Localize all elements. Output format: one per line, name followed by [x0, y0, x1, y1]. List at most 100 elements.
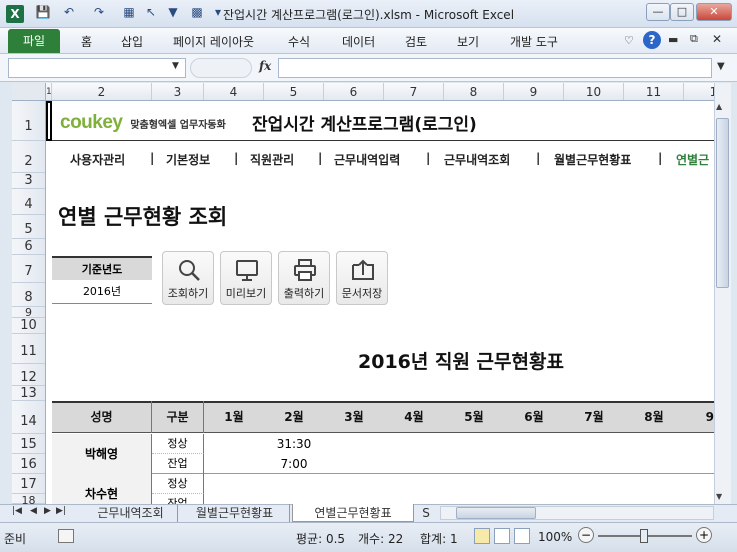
- nav-basic-info[interactable]: 기본정보: [166, 151, 210, 168]
- active-cell[interactable]: [46, 101, 52, 141]
- nav-work-search[interactable]: 근무내역조회: [444, 151, 510, 168]
- vertical-scroll-thumb[interactable]: [716, 118, 729, 288]
- row-header[interactable]: 9: [12, 307, 45, 318]
- row-header[interactable]: 17: [12, 474, 45, 494]
- name-box-dropdown-icon[interactable]: ▼: [172, 61, 179, 71]
- row-header[interactable]: 1: [12, 101, 45, 141]
- column-header[interactable]: 1: [684, 83, 714, 100]
- type-overtime[interactable]: 잔업: [152, 494, 204, 504]
- logo-brand: coukey: [60, 112, 123, 133]
- row-header[interactable]: 8: [12, 283, 45, 307]
- zoom-level[interactable]: 100%: [538, 530, 572, 544]
- page-layout-view-icon[interactable]: [494, 528, 510, 544]
- row-header[interactable]: 13: [12, 386, 45, 401]
- nav-monthly[interactable]: 월별근무현황표: [554, 151, 631, 168]
- column-header[interactable]: 4: [204, 83, 264, 100]
- normal-view-icon[interactable]: [474, 528, 490, 544]
- zoom-out-icon[interactable]: −: [578, 527, 594, 543]
- sheet-tab-work-search[interactable]: 근무내역조회: [84, 504, 178, 522]
- tab-view[interactable]: 보기: [457, 33, 479, 50]
- feb-overtime-hours[interactable]: 7:00: [264, 454, 324, 474]
- row-header[interactable]: 6: [12, 239, 45, 255]
- file-tab[interactable]: 파일: [8, 29, 60, 53]
- sheet-tab-yearly-active[interactable]: 연별근무현황표: [292, 504, 414, 522]
- column-header[interactable]: 10: [564, 83, 624, 100]
- tab-nav-next-icon[interactable]: ▶: [44, 506, 51, 516]
- horizontal-scroll-thumb[interactable]: [456, 507, 536, 519]
- name-box[interactable]: [8, 58, 186, 78]
- macro-record-icon[interactable]: [58, 529, 74, 543]
- search-button[interactable]: 조회하기: [162, 251, 214, 305]
- scroll-up-arrow-icon[interactable]: ▲: [716, 102, 722, 111]
- row-header[interactable]: 16: [12, 454, 45, 474]
- column-header[interactable]: 2: [52, 83, 152, 100]
- row-header[interactable]: 7: [12, 255, 45, 283]
- row-header[interactable]: 11: [12, 334, 45, 364]
- zoom-slider-thumb[interactable]: [640, 529, 648, 543]
- row-header[interactable]: 4: [12, 189, 45, 215]
- ribbon-collapse-icon[interactable]: ♡: [624, 34, 634, 47]
- tab-page-layout[interactable]: 페이지 레이아웃: [173, 33, 254, 50]
- nav-work-entry[interactable]: 근무내역입력: [334, 151, 400, 168]
- type-overtime[interactable]: 잔업: [152, 454, 204, 474]
- column-header[interactable]: 9: [504, 83, 564, 100]
- col-feb: 2월: [284, 410, 304, 424]
- column-header[interactable]: 7: [384, 83, 444, 100]
- status-count: 개수: 22: [358, 532, 404, 546]
- scroll-down-arrow-icon[interactable]: ▼: [716, 492, 722, 501]
- maximize-button[interactable]: □: [670, 3, 694, 21]
- tab-insert[interactable]: 삽입: [121, 33, 143, 50]
- row-header[interactable]: 10: [12, 318, 45, 334]
- row-header[interactable]: 14: [12, 401, 45, 434]
- formula-divider: [190, 58, 252, 78]
- type-normal[interactable]: 정상: [152, 434, 204, 454]
- nav-staff[interactable]: 직원관리: [250, 151, 294, 168]
- minimize-button[interactable]: —: [646, 3, 670, 21]
- nav-yearly[interactable]: 연별근: [676, 151, 709, 168]
- doc-minimize-icon[interactable]: ▬: [668, 33, 678, 46]
- tab-home[interactable]: 홈: [81, 33, 92, 50]
- column-header[interactable]: 3: [152, 83, 204, 100]
- page-break-view-icon[interactable]: [514, 528, 530, 544]
- zoom-in-icon[interactable]: +: [696, 527, 712, 543]
- sheet-tab-monthly[interactable]: 월별근무현황표: [180, 504, 290, 522]
- expand-formula-icon[interactable]: ▼: [717, 61, 725, 72]
- doc-restore-icon[interactable]: ⧉: [690, 32, 698, 46]
- row-header[interactable]: 12: [12, 364, 45, 386]
- tab-nav-last-icon[interactable]: ▶|: [56, 506, 66, 516]
- preview-button[interactable]: 미리보기: [220, 251, 272, 305]
- tab-formulas[interactable]: 수식: [288, 33, 310, 50]
- column-header[interactable]: 6: [324, 83, 384, 100]
- close-button[interactable]: ✕: [696, 3, 732, 21]
- tab-developer[interactable]: 개발 도구: [510, 33, 558, 50]
- tab-data[interactable]: 데이터: [342, 33, 375, 50]
- employee-name[interactable]: 박해영: [52, 434, 152, 474]
- row-header[interactable]: 18: [12, 494, 45, 504]
- save-document-button[interactable]: 문서저장: [336, 251, 388, 305]
- tab-nav-first-icon[interactable]: |◀: [12, 506, 22, 516]
- col-mar: 3월: [344, 410, 364, 424]
- row-header[interactable]: 2: [12, 141, 45, 173]
- feb-normal-hours[interactable]: 31:30: [264, 434, 324, 454]
- type-normal[interactable]: 정상: [152, 474, 204, 494]
- row-header[interactable]: 15: [12, 434, 45, 454]
- print-button[interactable]: 출력하기: [278, 251, 330, 305]
- row-header[interactable]: 5: [12, 215, 45, 239]
- column-header[interactable]: 11: [624, 83, 684, 100]
- select-all-corner[interactable]: [12, 83, 46, 101]
- formula-input[interactable]: [278, 58, 712, 78]
- worksheet-grid[interactable]: coukey 맞춤형엑셀 업무자동화 잔업시간 계산프로그램(로그인) 사용자관…: [46, 101, 714, 504]
- column-header[interactable]: 8: [444, 83, 504, 100]
- preview-button-label: 미리보기: [225, 287, 267, 300]
- sheet-tab-more[interactable]: S: [416, 504, 436, 522]
- help-icon[interactable]: ?: [643, 31, 661, 49]
- tab-review[interactable]: 검토: [405, 33, 427, 50]
- row-header[interactable]: 3: [12, 173, 45, 189]
- tab-nav-prev-icon[interactable]: ◀: [30, 506, 37, 516]
- doc-close-icon[interactable]: ✕: [712, 32, 722, 46]
- base-year-value[interactable]: 2016년: [52, 280, 152, 304]
- insert-function-icon[interactable]: fx: [259, 59, 271, 73]
- employee-name[interactable]: 차수현: [52, 474, 152, 504]
- nav-user-admin[interactable]: 사용자관리: [70, 151, 125, 168]
- column-header[interactable]: 5: [264, 83, 324, 100]
